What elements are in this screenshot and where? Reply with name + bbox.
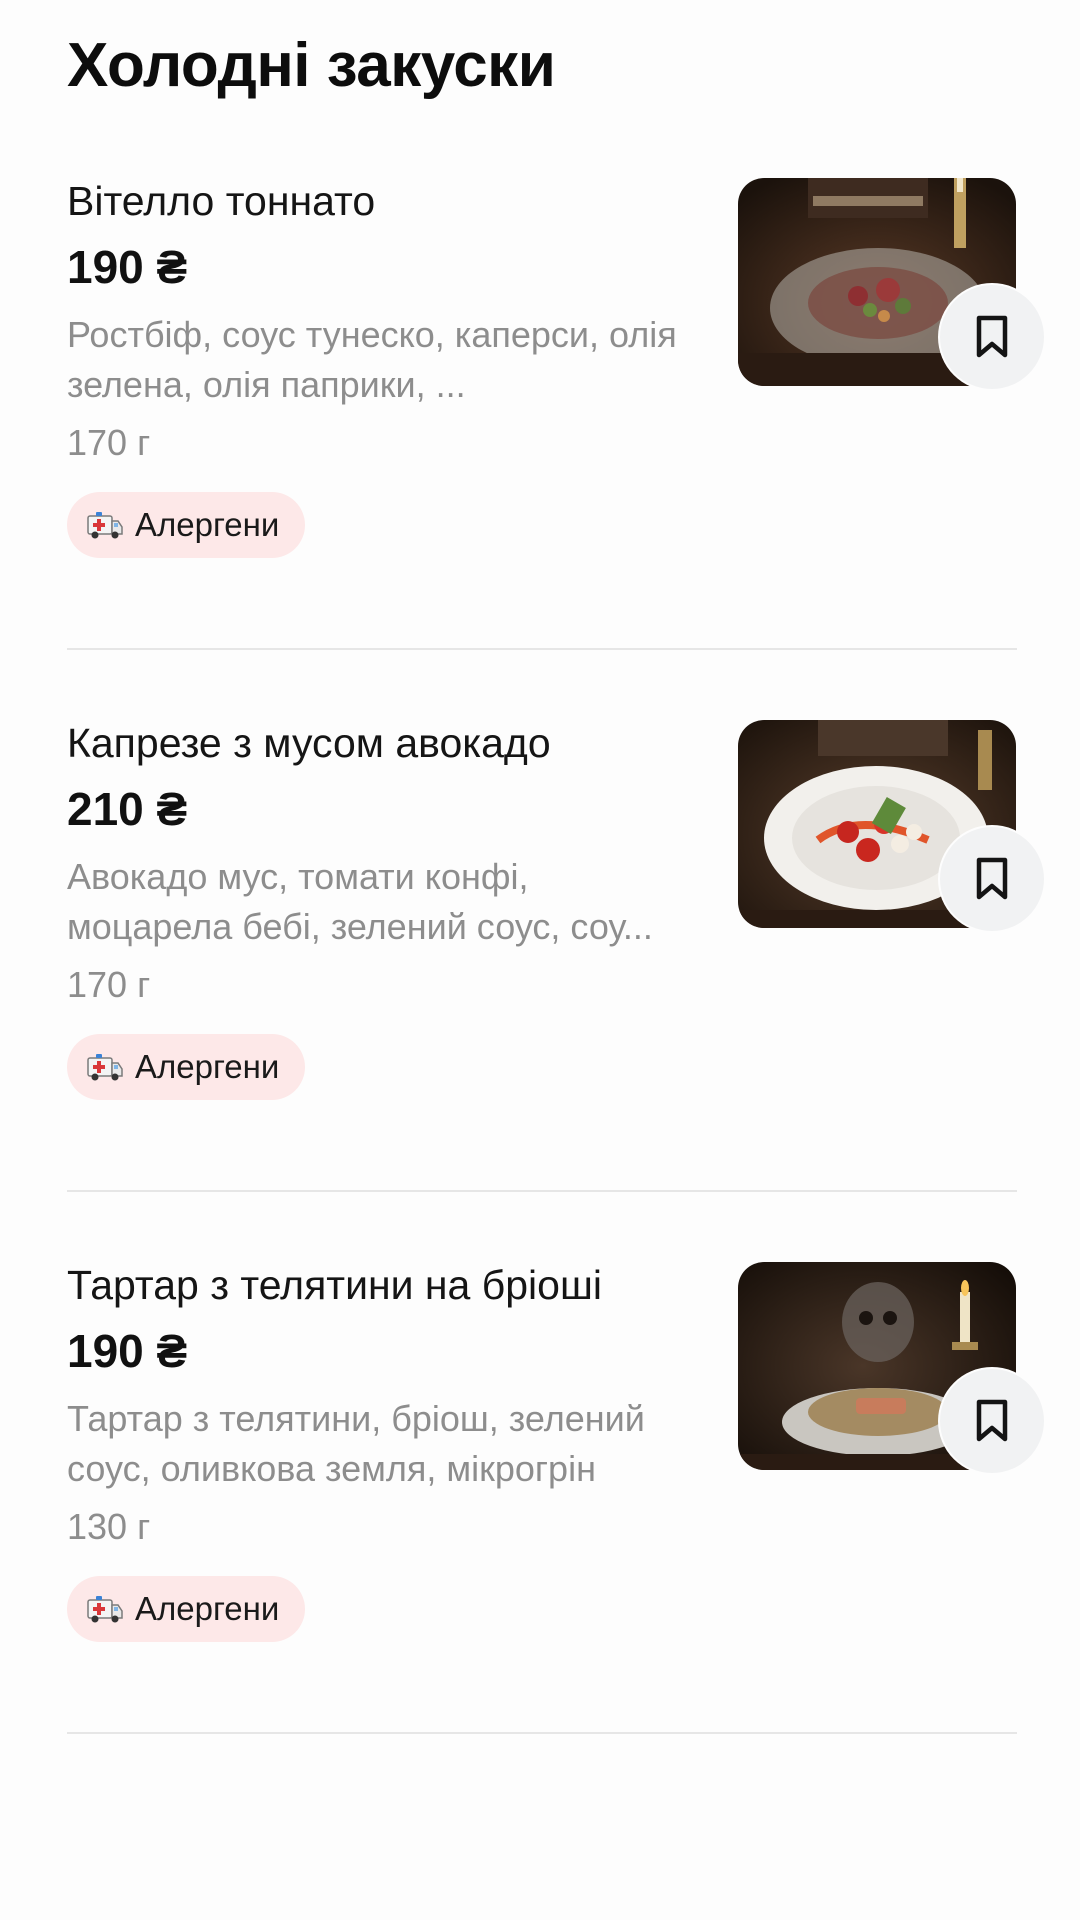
item-name: Тартар з телятини на бріоші bbox=[67, 1262, 602, 1308]
ambulance-icon bbox=[87, 512, 123, 539]
item-price: 190 ₴ bbox=[67, 1325, 188, 1377]
item-price: 210 ₴ bbox=[67, 783, 188, 835]
allergens-button[interactable]: Алергени bbox=[67, 1034, 305, 1100]
item-divider bbox=[67, 1190, 1017, 1192]
item-weight: 170 г bbox=[67, 964, 151, 1005]
allergens-button[interactable]: Алергени bbox=[67, 492, 305, 558]
allergens-label: Алергени bbox=[135, 1048, 280, 1085]
allergens-label: Алергени bbox=[135, 1590, 280, 1627]
bookmark-button[interactable] bbox=[940, 827, 1044, 931]
ambulance-icon bbox=[87, 1054, 123, 1081]
allergens-button[interactable]: Алергени bbox=[67, 1576, 305, 1642]
item-weight: 170 г bbox=[67, 422, 151, 463]
item-description: Тартар з телятини, бріош, зелений соус, … bbox=[67, 1398, 645, 1489]
item-price: 190 ₴ bbox=[67, 241, 188, 293]
item-divider bbox=[67, 1732, 1017, 1734]
menu-item[interactable]: Вітелло тоннато 190 ₴ Ростбіф, соус туне… bbox=[0, 150, 1080, 692]
section-title: Холодні закуски bbox=[67, 31, 556, 100]
item-description: Авокадо мус, томати конфі, моцарела бебі… bbox=[67, 856, 653, 947]
bookmark-icon bbox=[976, 857, 1008, 900]
menu-page: Холодні закуски Вітелло тоннато 190 ₴ Ро… bbox=[0, 0, 1080, 1920]
allergens-label: Алергени bbox=[135, 506, 280, 543]
menu-item[interactable]: Капрезе з мусом авокадо 210 ₴ Авокадо му… bbox=[0, 692, 1080, 1234]
item-name: Вітелло тоннато bbox=[67, 178, 376, 224]
item-description: Ростбіф, соус тунеско, каперси, олія зел… bbox=[67, 314, 677, 405]
menu-item[interactable]: Тартар з телятини на бріоші 190 ₴ Тартар… bbox=[0, 1234, 1080, 1776]
ambulance-icon bbox=[87, 1596, 123, 1623]
bookmark-icon bbox=[976, 1399, 1008, 1442]
item-divider bbox=[67, 648, 1017, 650]
item-name: Капрезе з мусом авокадо bbox=[67, 720, 551, 766]
item-weight: 130 г bbox=[67, 1506, 151, 1547]
bookmark-icon bbox=[976, 315, 1008, 358]
bookmark-button[interactable] bbox=[940, 285, 1044, 389]
bookmark-button[interactable] bbox=[940, 1369, 1044, 1473]
